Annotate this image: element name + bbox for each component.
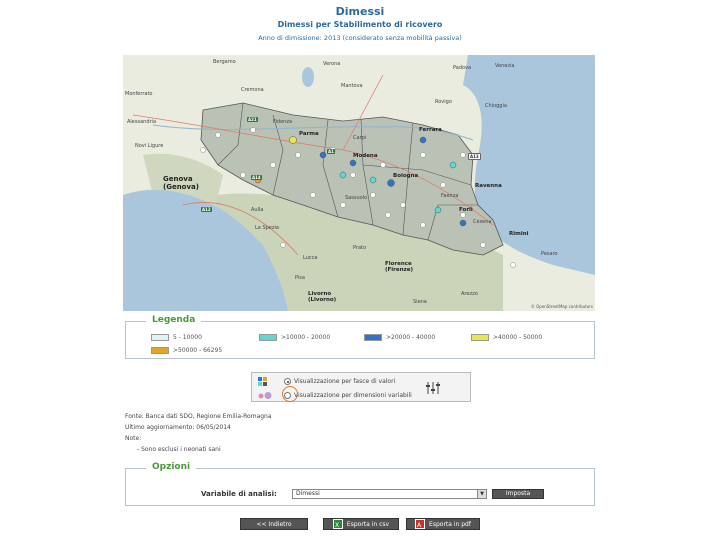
map-label-novi: Novi Ligure: [135, 143, 164, 149]
map-label-genova: Genova (Genova): [163, 175, 199, 191]
map-label-ferrara: Ferrara: [419, 127, 442, 133]
notes-block: Fonte: Banca dati SDO, Regione Emilia-Ro…: [125, 411, 272, 455]
map-label-pisa: Pisa: [295, 275, 305, 281]
legend-panel: Legenda 5 - 10000 >10000 - 20000 >20000 …: [125, 315, 595, 359]
legend-item: >10000 - 20000: [259, 334, 330, 341]
circles-size-icon: [258, 391, 272, 400]
region-map[interactable]: Verona Mantova Padova Venezia Cremona Ro…: [123, 55, 595, 311]
legend-swatch: [364, 334, 382, 341]
note-item: - Sono esclusi i neonati sani: [137, 446, 221, 453]
export-pdf-label: Esporta in pdf: [429, 520, 471, 528]
legend-label: 5 - 10000: [173, 334, 202, 341]
map-label-verona: Verona: [323, 61, 341, 67]
map-label-ravenna: Ravenna: [475, 183, 502, 189]
back-button[interactable]: << Indietro: [240, 518, 308, 530]
map-label-lucca: Lucca: [303, 255, 318, 261]
road-a1: A1: [327, 149, 335, 154]
csv-file-icon: X: [332, 519, 343, 529]
export-csv-label: Esporta in csv: [346, 520, 390, 528]
map-label-monferrato: Monferrato: [125, 91, 153, 97]
road-a13: A13: [468, 153, 481, 160]
map-label-firenze: Florence (Firenze): [385, 261, 413, 273]
source-text: Fonte: Banca dati SDO, Regione Emilia-Ro…: [125, 413, 272, 420]
map-label-pesaro: Pesaro: [541, 251, 558, 257]
sliders-icon[interactable]: [425, 380, 441, 394]
map-label-mantova: Mantova: [341, 83, 363, 89]
grid-color-icon: [258, 377, 272, 386]
map-label-livorno: Livorno (Livorno): [308, 291, 337, 303]
map-label-rovigo: Rovigo: [435, 99, 452, 105]
notes-label: Note:: [125, 435, 142, 442]
viz-option-size-label: Visualizzazione per dimensioni variabili: [294, 392, 412, 399]
map-label-rimini: Rimini: [509, 231, 529, 237]
legend-item: >40000 - 50000: [471, 334, 542, 341]
page-subtitle: Dimessi per Stabilimento di ricovero: [277, 20, 443, 29]
legend-swatch: [471, 334, 489, 341]
map-label-cremona: Cremona: [241, 87, 264, 93]
map-attribution: © OpenStreetMap contributors: [530, 304, 593, 309]
road-a12: A12: [201, 207, 212, 212]
variable-select-value: Dimessi: [296, 490, 320, 497]
legend-item: >50000 - 66295: [151, 347, 222, 354]
legend-swatch: [151, 334, 169, 341]
legend-label: >50000 - 66295: [173, 347, 223, 354]
map-label-arezzo: Arezzo: [461, 291, 478, 297]
cursor-highlight: [282, 386, 298, 402]
chevron-down-icon[interactable]: ▼: [477, 490, 486, 498]
legend-swatch: [151, 347, 169, 354]
map-label-prato: Prato: [353, 245, 367, 251]
pdf-file-icon: A: [415, 519, 426, 529]
svg-text:X: X: [335, 522, 339, 529]
legend-label: >20000 - 40000: [386, 334, 436, 341]
map-label-siena: Siena: [413, 299, 427, 305]
export-pdf-button[interactable]: A Esporta in pdf: [406, 518, 480, 530]
legend-label: >40000 - 50000: [493, 334, 543, 341]
options-title: Opzioni: [146, 462, 197, 472]
updated-text: Ultimo aggiornamento: 06/05/2014: [125, 424, 231, 431]
map-label-aulla: Aulla: [251, 207, 264, 213]
back-button-label: << Indietro: [256, 520, 292, 528]
legend-item: 5 - 10000: [151, 334, 202, 341]
legend-swatch: [259, 334, 277, 341]
map-label-bologna: Bologna: [393, 173, 419, 179]
radio-values[interactable]: [284, 378, 291, 385]
map-label-faenza: Faenza: [441, 193, 459, 199]
map-label-sassuolo: Sassuolo: [345, 195, 368, 201]
road-a14: A14: [251, 175, 262, 180]
legend-label: >10000 - 20000: [281, 334, 331, 341]
map-label-modena: Modena: [353, 153, 378, 159]
options-panel: Opzioni Variabile di analisi: Dimessi ▼ …: [125, 462, 595, 506]
map-label-cesena: Cesena: [473, 219, 492, 225]
legend-title: Legenda: [146, 315, 202, 325]
apply-button[interactable]: Imposta: [492, 489, 544, 499]
page-title: Dimessi: [335, 5, 385, 18]
map-label-parma: Parma: [299, 131, 319, 137]
map-label-chioggia: Chioggia: [485, 103, 507, 109]
viz-option-values[interactable]: Visualizzazione per fasce di valori: [258, 377, 395, 386]
map-label-alessandria: Alessandria: [127, 119, 157, 125]
map-label-carpi: Carpi: [353, 135, 367, 141]
page-info: Anno di dimissione: 2013 (considerato se…: [258, 34, 462, 42]
legend-item: >20000 - 40000: [364, 334, 435, 341]
map-label-venezia: Venezia: [495, 63, 515, 69]
variable-label: Variabile di analisi:: [201, 490, 277, 498]
map-label-bergamo: Bergamo: [213, 59, 236, 65]
map-label-laspezia: La Spezia: [255, 225, 279, 231]
export-csv-button[interactable]: X Esporta in csv: [323, 518, 399, 530]
viz-option-values-label: Visualizzazione per fasce di valori: [294, 378, 396, 385]
road-a21: A21: [247, 117, 258, 122]
map-label-padova: Padova: [453, 65, 472, 71]
variable-select[interactable]: Dimessi ▼: [292, 489, 487, 499]
map-label-fidenza: Fidenza: [273, 119, 293, 125]
map-label-forli: Forlì: [459, 207, 473, 213]
